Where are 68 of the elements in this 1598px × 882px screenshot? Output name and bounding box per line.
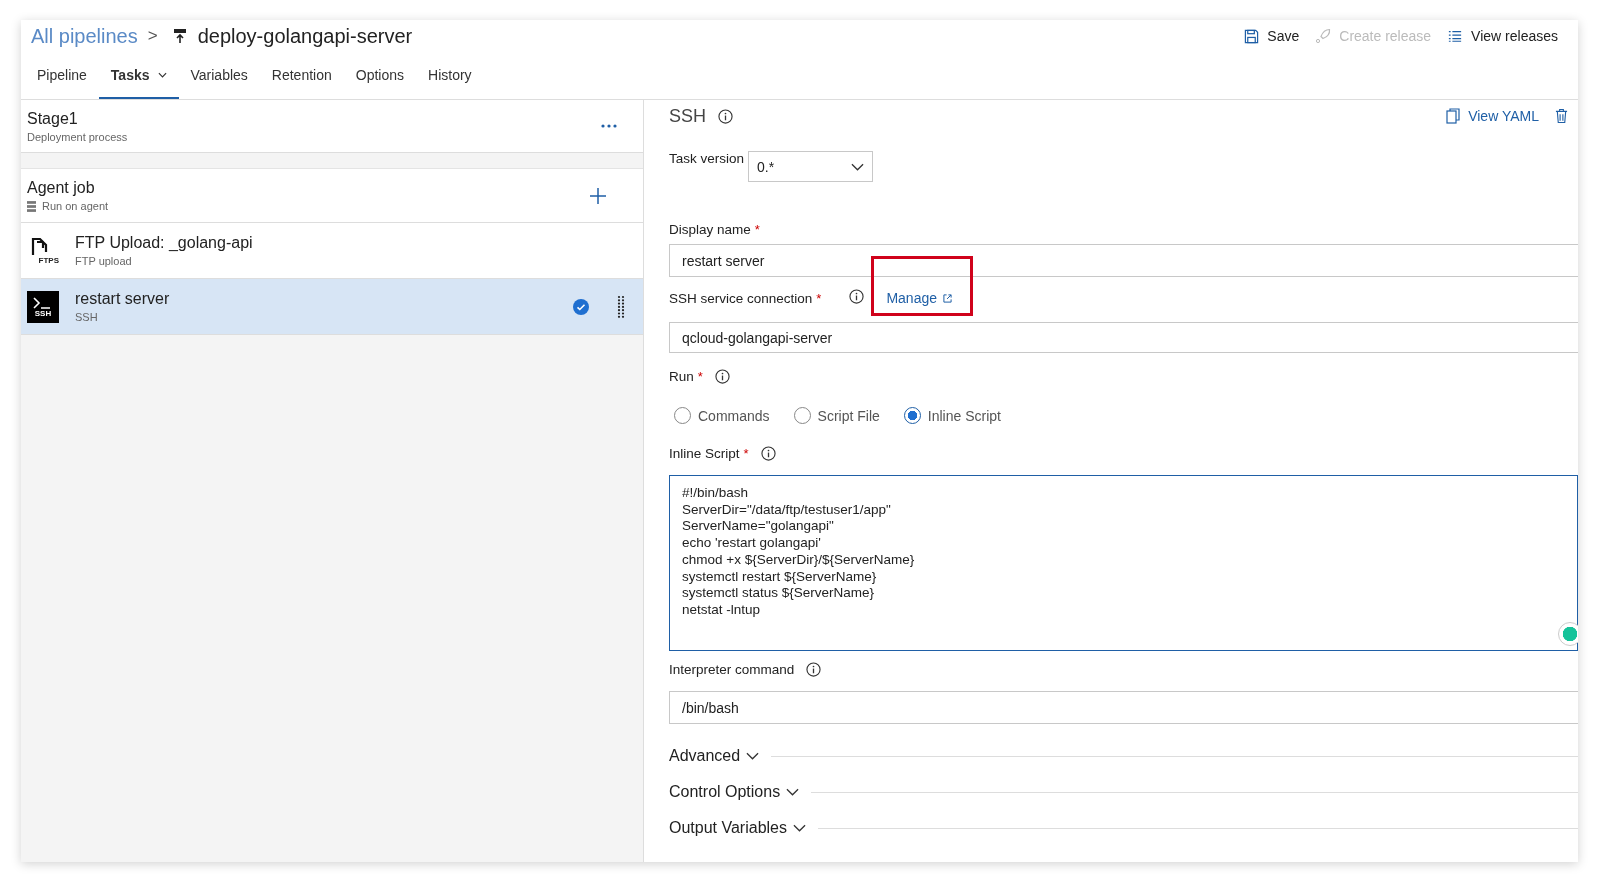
radio-option[interactable]: Commands: [674, 407, 770, 424]
required-mark: *: [816, 290, 822, 306]
field-label: Display name: [669, 222, 751, 237]
list-icon: [1447, 29, 1464, 43]
server-icon: [27, 200, 36, 212]
version-dropdown[interactable]: 0.*: [748, 151, 874, 182]
pipeline-icon: [171, 28, 188, 44]
rocket-icon: [1315, 28, 1332, 44]
check-circle-icon: [573, 298, 589, 315]
job-row[interactable]: Agent job Run on agent: [21, 168, 643, 223]
breadcrumb-link[interactable]: All pipelines: [31, 24, 138, 48]
tab[interactable]: Pipeline: [25, 52, 99, 99]
drag-handle-icon[interactable]: [617, 293, 625, 320]
external-link-icon: [943, 293, 952, 303]
required-mark: *: [697, 369, 703, 384]
view-yaml-button[interactable]: View YAML: [1446, 108, 1539, 124]
field-label: Inline Script: [669, 446, 740, 461]
add-icon[interactable]: [589, 186, 607, 205]
radio-option[interactable]: Script File: [793, 407, 880, 424]
manage-link[interactable]: Manage: [886, 290, 937, 306]
chevron-down-icon: [786, 788, 800, 796]
script-field[interactable]: #!/bin/bash ServerDir="/data/ftp/testuser1/app" ServerName="golangapi" echo 'restart golangapi' chmod +x ${ServerDir}/${ServerName} systemctl restart ${ServerName} systemctl status ${ServerName} netstat -lntup: [669, 475, 1578, 651]
chevron-down-icon: [793, 824, 806, 832]
task-subtitle: SSH: [75, 311, 99, 323]
toolbar-button[interactable]: Save: [1244, 28, 1300, 44]
connection-dropdown[interactable]: qcloud-golangapi-server: [669, 322, 1578, 353]
task-row[interactable]: FTPS FTP Upload: _golang-api FTP upload: [21, 223, 643, 279]
tab[interactable]: Retention: [259, 52, 344, 99]
chevron-down-icon: [851, 162, 865, 171]
task-subtitle: FTP upload: [75, 255, 133, 267]
job-title: Agent job: [27, 179, 96, 197]
pipeline-title: deploy-golangapi-server: [197, 24, 413, 48]
section-toggle[interactable]: Advanced: [669, 747, 760, 765]
info-icon[interactable]: [714, 369, 730, 384]
chevron-down-icon: [746, 752, 760, 760]
required-mark: *: [743, 446, 749, 461]
info-icon[interactable]: [760, 446, 776, 461]
section-toggle[interactable]: Control Options: [669, 783, 800, 801]
stage-row[interactable]: Stage1 Deployment process: [21, 100, 643, 153]
task-title: restart server: [75, 290, 171, 308]
input-field[interactable]: /bin/bash: [669, 691, 1578, 724]
stage-subtitle: Deployment process: [27, 130, 129, 143]
field-label: SSH service connection: [669, 290, 813, 306]
info-icon[interactable]: [718, 108, 733, 124]
field-label: Run: [669, 369, 694, 384]
delete-icon[interactable]: [1555, 108, 1568, 124]
task-row[interactable]: SSH restart server SSH: [21, 279, 643, 335]
field-label: Interpreter command: [669, 662, 795, 677]
field-label: Task version: [669, 151, 745, 166]
clipboard-icon: [1446, 108, 1461, 124]
terminal-icon: SSH: [27, 290, 59, 323]
tab[interactable]: Variables: [178, 52, 260, 99]
required-mark: *: [754, 222, 760, 237]
section-toggle[interactable]: Output Variables: [669, 819, 806, 837]
job-subtitle: Run on agent: [42, 200, 109, 212]
task-title: FTP Upload: _golang-api: [75, 234, 254, 252]
info-icon[interactable]: [806, 662, 822, 677]
breadcrumb-separator: >: [147, 26, 158, 46]
stage-title: Stage1: [27, 109, 79, 128]
tab[interactable]: History: [416, 52, 484, 99]
info-icon[interactable]: [849, 288, 865, 304]
task-heading: SSH: [669, 105, 706, 127]
tab[interactable]: Options: [343, 52, 416, 99]
toolbar-button[interactable]: View releases: [1447, 28, 1558, 44]
more-icon[interactable]: [601, 124, 617, 128]
input-field[interactable]: restart server: [669, 244, 1578, 277]
radio-option[interactable]: Inline Script: [903, 407, 1001, 424]
save-icon: [1244, 28, 1260, 44]
